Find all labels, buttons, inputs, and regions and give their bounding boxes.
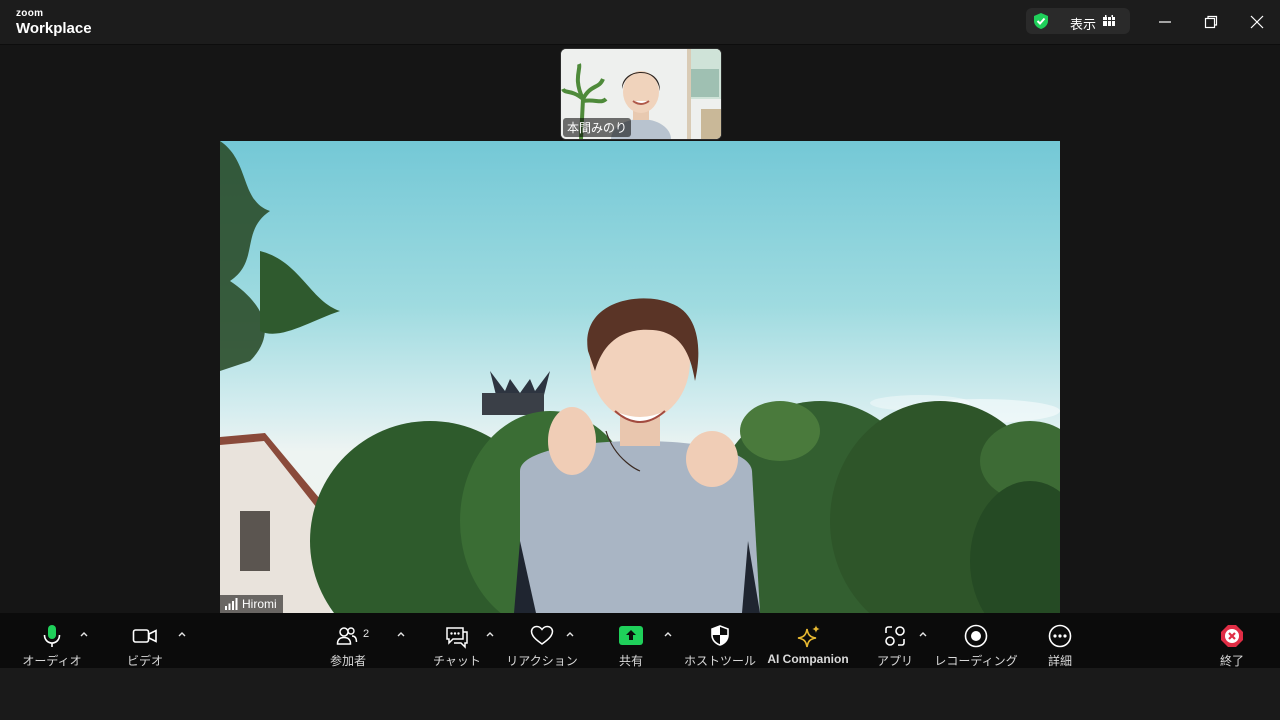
view-label: 表示 xyxy=(1070,17,1097,32)
brand-small-text: zoom xyxy=(16,8,44,19)
reactions-label: リアクション xyxy=(506,654,578,668)
title-bar: zoom Workplace 表示 xyxy=(0,0,1280,45)
sparkle-icon xyxy=(797,625,820,648)
participants-button[interactable]: 2 参加者 xyxy=(318,613,388,668)
main-video-image xyxy=(220,141,1060,613)
chat-button[interactable]: チャット xyxy=(430,613,486,668)
host-tools-label: ホストツール xyxy=(683,654,757,668)
participant-thumbnail[interactable]: 本間みのり xyxy=(560,48,722,140)
ai-companion-label: AI Companion xyxy=(767,652,849,666)
participants-options-chevron-icon[interactable] xyxy=(395,629,407,639)
video-options-chevron-icon[interactable] xyxy=(176,629,188,639)
shield-icon xyxy=(711,625,729,646)
share-options-chevron-icon[interactable] xyxy=(662,629,674,639)
video-button[interactable]: ビデオ xyxy=(110,613,180,668)
restore-icon[interactable] xyxy=(1199,10,1223,34)
end-meeting-button[interactable]: 終了 xyxy=(1208,613,1256,668)
brand-name: Workplace xyxy=(16,20,92,37)
end-label: 終了 xyxy=(1219,654,1245,668)
recording-button[interactable]: レコーディング xyxy=(934,613,1018,668)
recording-label: レコーディング xyxy=(934,654,1018,668)
shield-check-icon xyxy=(1034,13,1048,29)
record-icon xyxy=(964,624,988,648)
more-label: 詳細 xyxy=(1047,654,1073,668)
apps-options-chevron-icon[interactable] xyxy=(917,629,929,639)
microphone-icon xyxy=(43,625,61,647)
video-label: ビデオ xyxy=(126,654,164,668)
meeting-stage: 本間みのり Hiromi xyxy=(0,45,1280,613)
more-button[interactable]: 詳細 xyxy=(1036,613,1084,668)
apps-label: アプリ xyxy=(876,654,914,668)
chat-bubble-icon xyxy=(446,627,468,649)
share-screen-icon xyxy=(619,626,643,645)
main-participant-name-tag: Hiromi xyxy=(220,595,283,613)
participants-label: 参加者 xyxy=(329,654,367,668)
ai-companion-button[interactable]: AI Companion xyxy=(764,613,852,668)
chat-options-chevron-icon[interactable] xyxy=(484,629,496,639)
participants-count: 2 xyxy=(363,628,370,640)
audio-options-chevron-icon[interactable] xyxy=(78,629,90,639)
participants-icon xyxy=(336,627,358,645)
bottom-background xyxy=(0,668,1280,720)
thumbnail-participant-name: 本間みのり xyxy=(563,118,632,137)
grid-view-icon xyxy=(1103,15,1115,26)
video-camera-icon xyxy=(132,629,157,643)
close-icon[interactable] xyxy=(1245,10,1269,34)
share-label: 共有 xyxy=(618,654,644,668)
main-participant-name: Hiromi xyxy=(242,597,277,611)
more-options-icon xyxy=(1048,624,1072,648)
signal-strength-icon xyxy=(225,598,238,610)
app-logo: zoom Workplace xyxy=(16,8,92,37)
apps-button[interactable]: アプリ xyxy=(872,613,918,668)
heart-icon xyxy=(530,625,554,645)
apps-icon xyxy=(885,626,905,646)
end-call-icon xyxy=(1221,625,1243,647)
view-button[interactable]: 表示 xyxy=(1026,8,1130,34)
main-video[interactable]: Hiromi xyxy=(220,141,1060,613)
audio-label: オーディオ xyxy=(22,654,82,668)
host-tools-button[interactable]: ホストツール xyxy=(683,613,757,668)
chat-label: チャット xyxy=(433,654,481,668)
reactions-button[interactable]: リアクション xyxy=(506,613,578,668)
meeting-toolbar: オーディオ ビデオ 2 参加者 チャット リアクション 共有 ホストツール AI… xyxy=(0,613,1280,668)
minimize-icon[interactable] xyxy=(1153,10,1177,34)
share-button[interactable]: 共有 xyxy=(606,613,656,668)
reactions-options-chevron-icon[interactable] xyxy=(564,629,576,639)
audio-button[interactable]: オーディオ xyxy=(0,613,82,668)
